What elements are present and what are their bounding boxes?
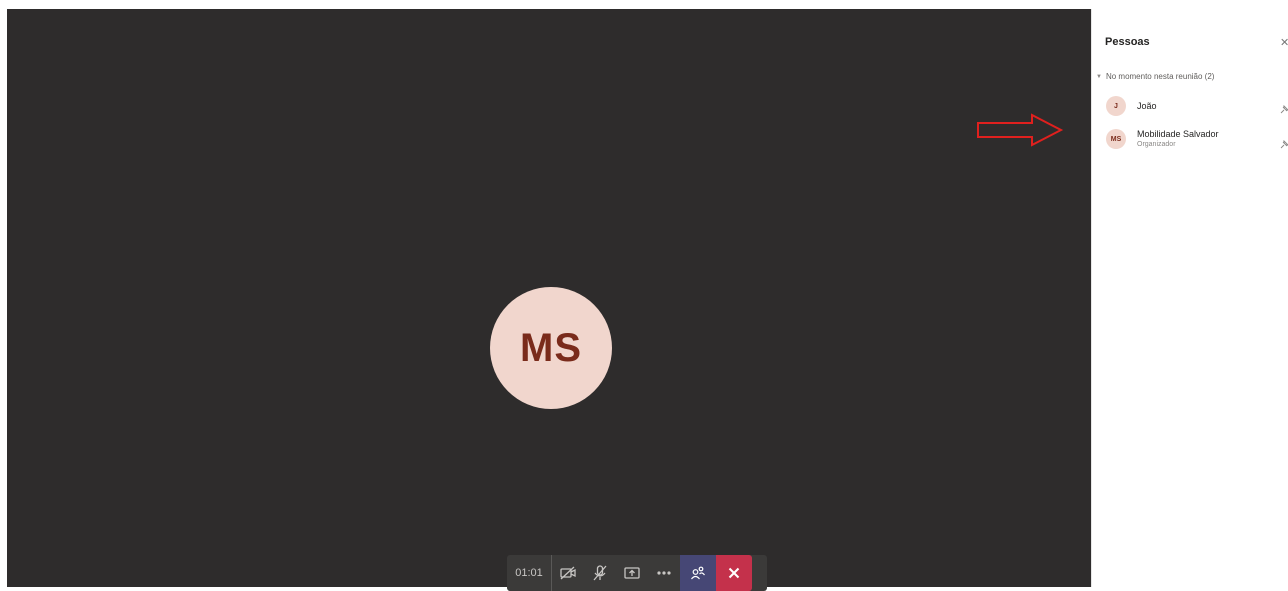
participant-name: João [1137,100,1157,111]
close-icon: ✕ [1280,37,1288,49]
camera-toggle-button[interactable] [552,555,584,591]
avatar: MS [1106,129,1126,149]
panel-title: Pessoas [1105,36,1150,48]
mic-toggle-button[interactable] [584,555,616,591]
pin-button[interactable] [1280,101,1288,119]
pin-icon [1280,139,1288,149]
pin-icon [1280,104,1288,114]
call-toolbar: 01:01 [507,555,767,591]
camera-off-icon [560,566,576,580]
more-options-button[interactable] [648,555,680,591]
section-header[interactable]: ▼ No momento nesta reunião (2) [1096,72,1214,81]
avatar: J [1106,96,1126,116]
mic-off-icon [593,565,607,581]
presenter-avatar: MS [490,287,612,409]
participant-name: Mobilidade Salvador [1137,129,1219,139]
participant-row[interactable]: J João [1106,96,1157,116]
annotation-arrow-icon [977,113,1064,147]
hang-up-button[interactable] [716,555,752,591]
share-screen-icon [624,567,640,579]
hang-up-icon [728,567,740,579]
people-panel: Pessoas ✕ ▼ No momento nesta reunião (2)… [1091,9,1288,587]
participants-icon [691,566,705,580]
meeting-stage: MS 01:01 [7,9,1091,591]
participant-row[interactable]: MS Mobilidade Salvador Organizador [1106,129,1219,149]
close-panel-button[interactable]: ✕ [1280,36,1288,49]
more-options-icon [657,571,671,575]
chevron-down-icon: ▼ [1096,73,1102,80]
call-timer: 01:01 [507,555,552,591]
section-label: No momento nesta reunião (2) [1105,72,1215,81]
participants-button[interactable] [680,555,716,591]
share-screen-button[interactable] [616,555,648,591]
participant-role: Organizador [1137,141,1176,148]
pin-button[interactable] [1280,136,1288,154]
